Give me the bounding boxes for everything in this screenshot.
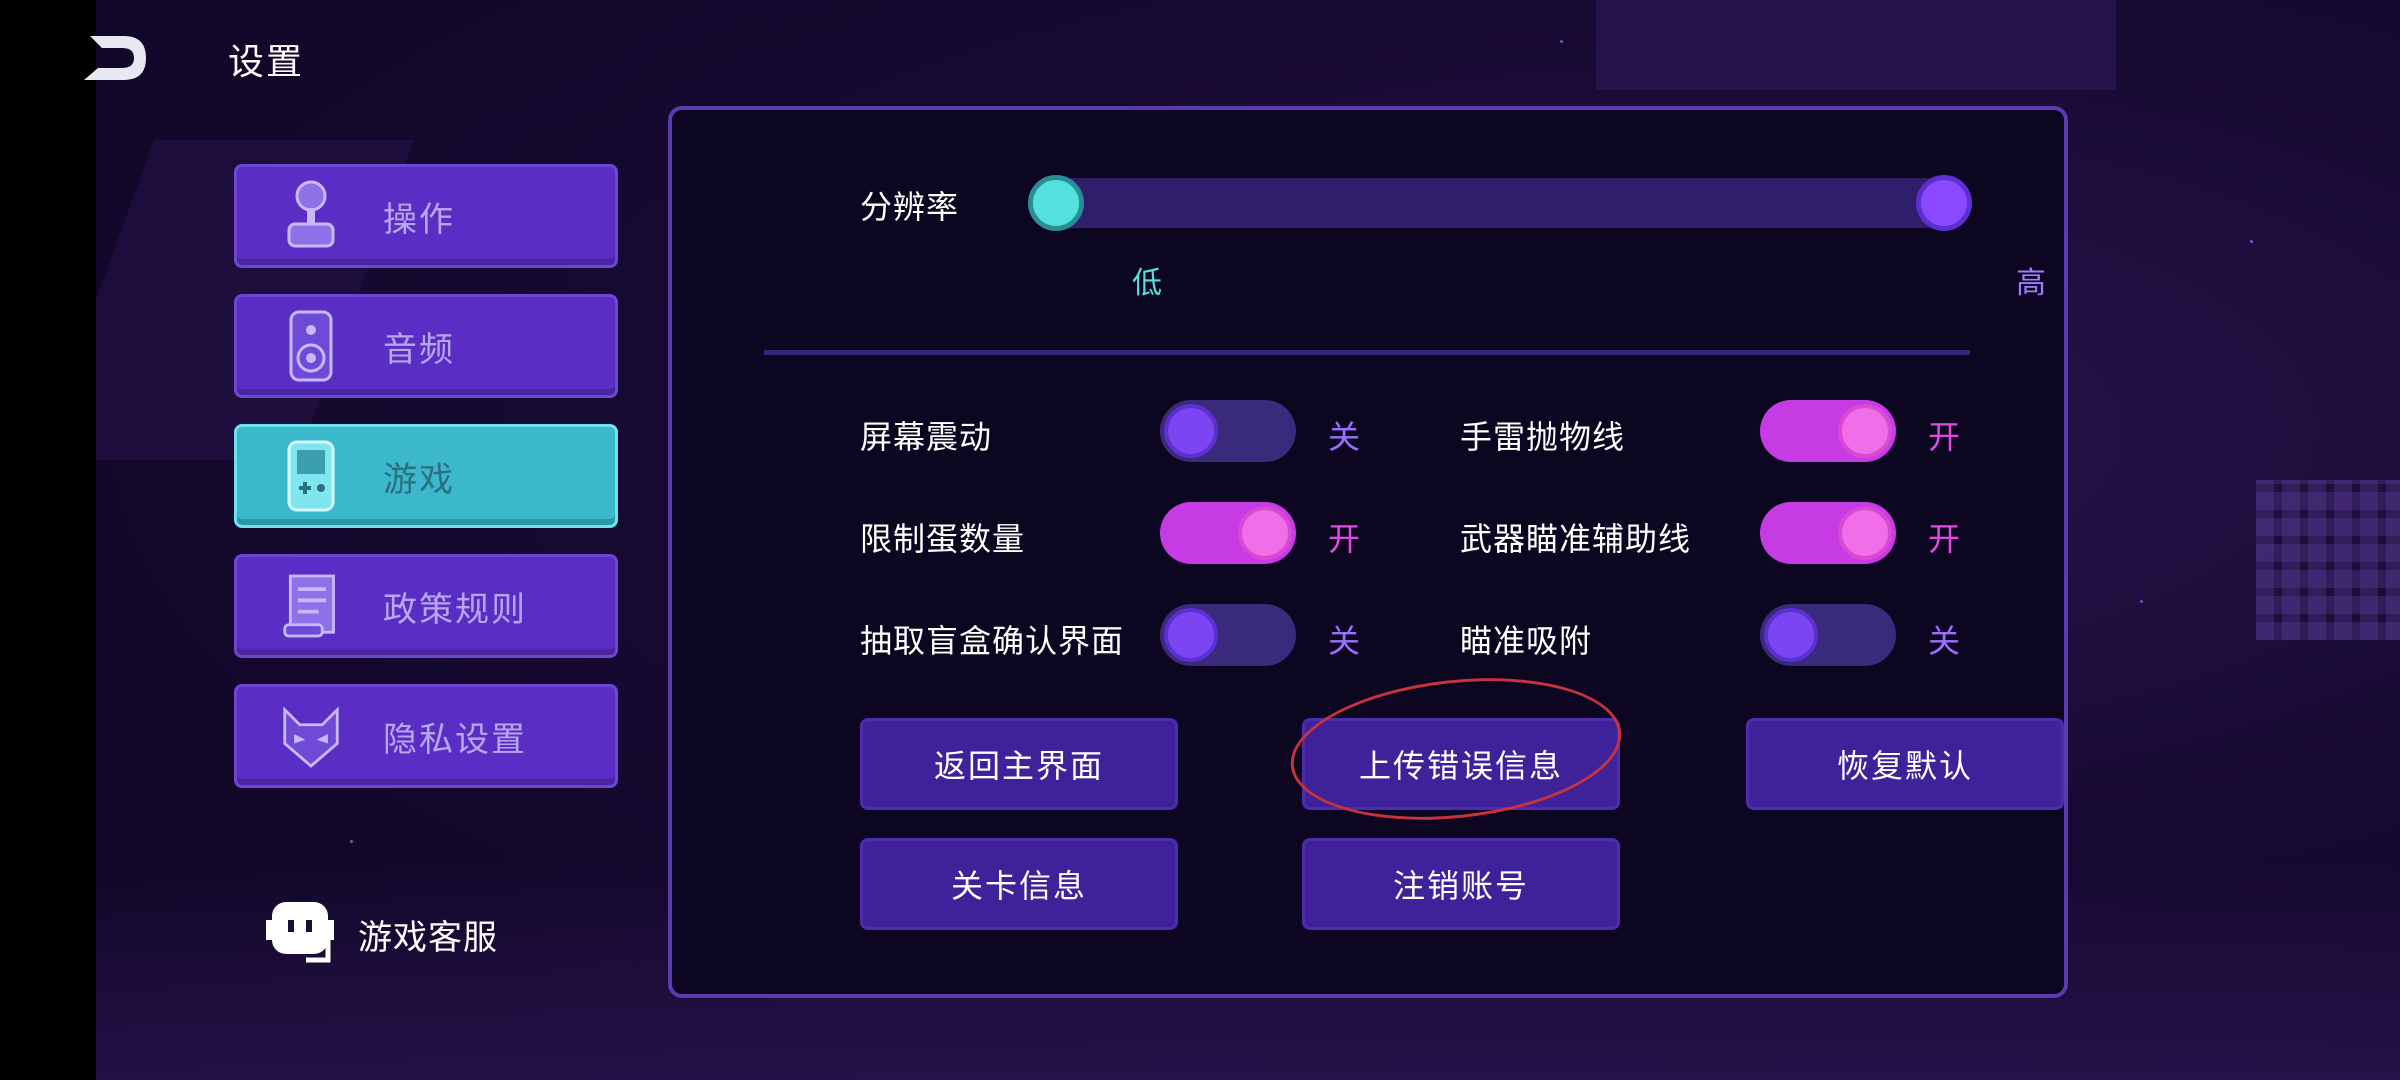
- toggle-label-screen-shake: 屏幕震动: [860, 418, 993, 456]
- level-info-button[interactable]: 关卡信息: [860, 838, 1178, 930]
- grenade-arc-toggle[interactable]: [1760, 400, 1896, 462]
- bg-decoration: [2256, 480, 2400, 640]
- aim-assist-line-toggle[interactable]: [1760, 502, 1896, 564]
- sidebar-item-label: 游戏: [383, 459, 455, 500]
- limit-eggs-toggle[interactable]: [1160, 502, 1296, 564]
- back-button[interactable]: [80, 32, 152, 84]
- toggle-label-aim-snap: 瞄准吸附: [1460, 622, 1593, 660]
- divider: [764, 350, 1970, 355]
- back-to-main-button[interactable]: 返回主界面: [860, 718, 1178, 810]
- toggle-state: 开: [1928, 418, 1961, 456]
- delete-account-button[interactable]: 注销账号: [1302, 838, 1620, 930]
- joystick-icon: [281, 178, 341, 254]
- sidebar-item-audio[interactable]: 音频: [234, 294, 618, 398]
- sidebar-item-game[interactable]: 游戏: [234, 424, 618, 528]
- bg-decoration: [1596, 0, 2116, 90]
- speaker-icon: [281, 308, 341, 384]
- star-decoration: [350, 840, 353, 843]
- toggle-state: 开: [1328, 520, 1361, 558]
- service-bot-icon: [266, 902, 334, 963]
- sidebar-item-privacy[interactable]: 隐私设置: [234, 684, 618, 788]
- sidebar-item-label: 操作: [383, 199, 455, 240]
- customer-service-button[interactable]: 游戏客服: [262, 896, 498, 972]
- sidebar-item-controls[interactable]: 操作: [234, 164, 618, 268]
- page-title: 设置: [228, 42, 305, 83]
- toggle-state: 开: [1928, 520, 1961, 558]
- toggle-state: 关: [1328, 418, 1361, 456]
- resolution-slider-track[interactable]: [1034, 178, 1954, 228]
- toggle-label-grenade-arc: 手雷抛物线: [1460, 418, 1626, 456]
- toggle-label-aim-assist-line: 武器瞄准辅助线: [1460, 520, 1692, 558]
- resolution-label: 分辨率: [860, 188, 960, 226]
- restore-default-button[interactable]: 恢复默认: [1746, 718, 2064, 810]
- blind-box-confirm-toggle[interactable]: [1160, 604, 1296, 666]
- customer-service-label: 游戏客服: [358, 917, 498, 958]
- aim-snap-toggle[interactable]: [1760, 604, 1896, 666]
- resolution-high-label: 高: [2016, 266, 2046, 301]
- star-decoration: [1560, 40, 1563, 43]
- resolution-slider-low-knob[interactable]: [1028, 175, 1084, 231]
- toggle-state: 关: [1928, 622, 1961, 660]
- screen-shake-toggle[interactable]: [1160, 400, 1296, 462]
- back-arrow-icon: [84, 36, 146, 80]
- star-decoration: [2250, 240, 2253, 243]
- sidebar-item-label: 隐私设置: [383, 719, 527, 760]
- sidebar-item-label: 音频: [383, 329, 455, 370]
- toggle-state: 关: [1328, 622, 1361, 660]
- toggle-label-limit-eggs: 限制蛋数量: [860, 520, 1026, 558]
- sidebar-item-label: 政策规则: [383, 589, 527, 630]
- resolution-low-label: 低: [1132, 266, 1162, 301]
- toggle-label-blind-box-confirm: 抽取盲盒确认界面: [860, 622, 1125, 660]
- star-decoration: [2140, 600, 2143, 603]
- scroll-icon: [281, 568, 341, 644]
- sidebar-item-policy[interactable]: 政策规则: [234, 554, 618, 658]
- mask-icon: [281, 698, 341, 774]
- upload-error-button[interactable]: 上传错误信息: [1302, 718, 1620, 810]
- resolution-slider-high-knob[interactable]: [1916, 175, 1972, 231]
- gameboy-icon: [281, 438, 341, 514]
